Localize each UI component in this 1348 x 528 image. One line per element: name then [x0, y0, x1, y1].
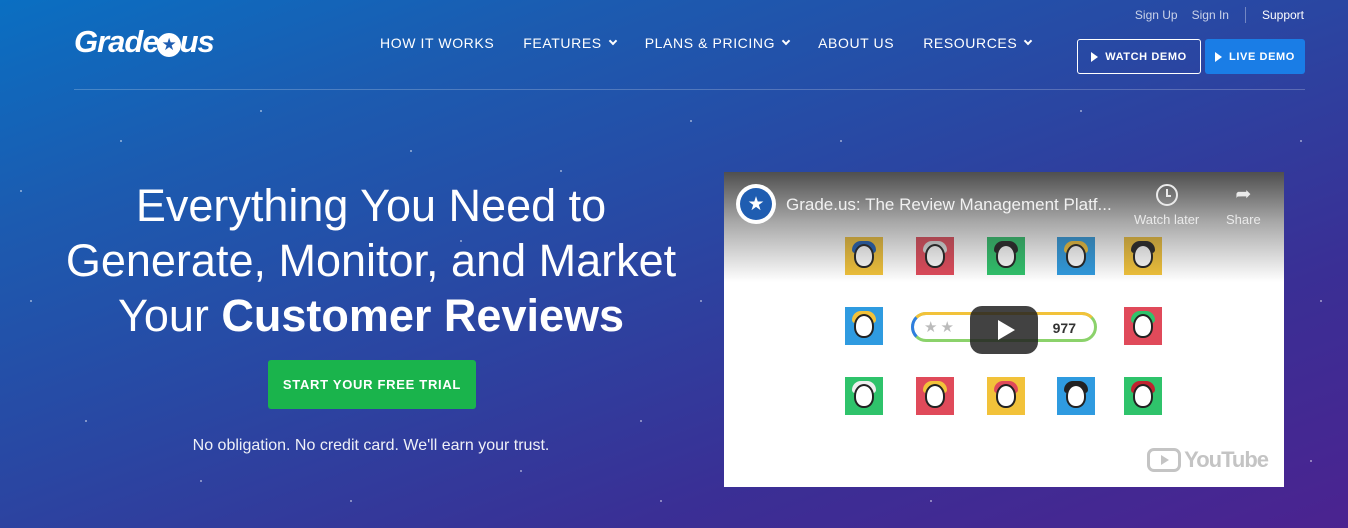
avatar-illustration [916, 377, 954, 415]
hero-line-1: Everything You Need to [135, 180, 607, 231]
nav-item-how-it-works[interactable]: HOW IT WORKS [380, 35, 494, 51]
avatar-illustration [845, 307, 883, 345]
rating-stars-icon: ★★ [924, 319, 957, 336]
logo-text-right: us [179, 24, 215, 59]
live-demo-label: LIVE DEMO [1229, 50, 1295, 63]
clock-icon [1155, 184, 1178, 206]
share-button[interactable]: ➦ Share [1226, 184, 1261, 227]
nav-item-label: FEATURES [523, 35, 602, 51]
hero-line-3-prefix: Your [117, 290, 222, 341]
avatar-illustration [1057, 377, 1095, 415]
nav-item-features[interactable]: FEATURES [523, 35, 617, 51]
hero-line-3-bold: Customer Reviews [221, 290, 625, 341]
video-title[interactable]: Grade.us: The Review Management Platf... [786, 195, 1112, 215]
hero-line-3: Your Customer Reviews [56, 288, 686, 343]
review-count: 977 [1052, 320, 1076, 336]
chevron-down-icon [1024, 36, 1033, 46]
nav-item-label: ABOUT US [818, 35, 895, 51]
nav-item-label: PLANS & PRICING [644, 35, 776, 51]
sign-up-link[interactable]: Sign Up [1135, 8, 1178, 22]
share-label: Share [1226, 212, 1261, 227]
hero-line-2: Generate, Monitor, and Market [65, 235, 677, 286]
youtube-logo[interactable]: YouTube [1147, 447, 1269, 473]
video-player[interactable]: ★★ 977 ★ Grade.us: The Review Management… [724, 172, 1284, 487]
youtube-play-icon [1147, 448, 1182, 472]
play-icon [997, 320, 1015, 340]
logo-text-left: Grade [74, 24, 160, 59]
trial-note: No obligation. No credit card. We'll ear… [192, 437, 550, 454]
avatar-illustration [1124, 307, 1162, 345]
chevron-down-icon [781, 36, 791, 46]
watch-later-button[interactable]: Watch later [1134, 184, 1199, 227]
avatar-illustration [1124, 377, 1162, 415]
nav-item-resources[interactable]: RESOURCES [923, 35, 1033, 51]
channel-avatar[interactable]: ★ [736, 184, 776, 224]
play-icon [1215, 51, 1223, 62]
nav-item-label: RESOURCES [923, 35, 1018, 51]
watch-later-label: Watch later [1134, 212, 1200, 227]
video-title-bar [724, 172, 1284, 282]
header-divider [74, 89, 1305, 90]
nav-item-plans-pricing[interactable]: PLANS & PRICING [644, 35, 791, 51]
star-icon: ★ [740, 188, 772, 220]
chevron-down-icon [608, 36, 617, 46]
sign-in-link[interactable]: Sign In [1192, 8, 1229, 22]
share-arrow-icon: ➦ [1235, 184, 1252, 205]
watch-demo-button[interactable]: WATCH DEMO [1077, 39, 1201, 74]
watch-demo-label: WATCH DEMO [1105, 50, 1187, 63]
nav-item-about-us[interactable]: ABOUT US [818, 35, 894, 51]
support-link[interactable]: Support [1262, 8, 1304, 22]
utility-divider [1244, 7, 1246, 23]
nav-item-label: HOW IT WORKS [380, 35, 495, 51]
video-play-button[interactable] [970, 306, 1038, 354]
hero-heading: Everything You Need to Generate, Monitor… [56, 178, 686, 343]
youtube-label: YouTube [1184, 447, 1269, 472]
live-demo-button[interactable]: LIVE DEMO [1205, 39, 1305, 74]
avatar-illustration [845, 377, 883, 415]
main-nav: HOW IT WORKS FEATURES PLANS & PRICING AB… [380, 35, 1060, 51]
avatar-illustration [987, 377, 1025, 415]
grade-us-logo[interactable]: Grade ★ us [74, 24, 215, 60]
play-icon [1091, 51, 1099, 62]
utility-nav: Sign Up Sign In Support [1121, 7, 1304, 23]
start-free-trial-button[interactable]: START YOUR FREE TRIAL [268, 360, 476, 409]
logo-star-icon: ★ [156, 33, 181, 57]
